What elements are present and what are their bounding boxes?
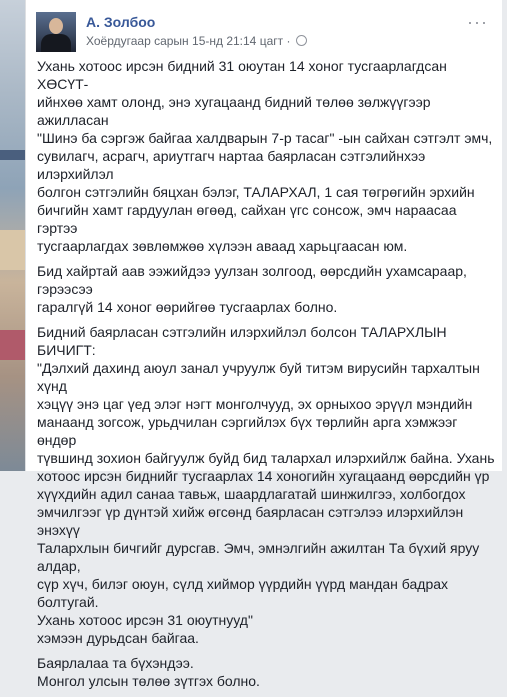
post-paragraph: Бид хайртай аав ээжийдээ уулзан золгоод,… — [37, 263, 467, 315]
post-card: А. Золбоо Хоёрдугаар сарын 15-нд 21:14 ц… — [25, 0, 502, 689]
author-name[interactable]: А. Золбоо — [86, 14, 155, 30]
avatar[interactable] — [36, 12, 76, 52]
post-timestamp[interactable]: Хоёрдугаар сарын 15-нд 21:14 цагт · — [86, 34, 290, 48]
background-photo-strip — [0, 0, 25, 471]
post-paragraph: Ухань хотоос ирсэн бидний 31 оюутан 14 х… — [37, 58, 493, 254]
background-photo-detail — [0, 330, 25, 360]
post-header: А. Золбоо Хоёрдугаар сарын 15-нд 21:14 ц… — [36, 12, 492, 52]
post-meta: Хоёрдугаар сарын 15-нд 21:14 цагт · — [86, 34, 307, 48]
more-options-button[interactable]: ··· — [467, 12, 488, 33]
background-photo-detail — [0, 150, 25, 160]
post-paragraph: Бидний баярласан сэтгэлийн илэрхийлэл бо… — [37, 324, 495, 646]
background-photo-detail — [0, 230, 25, 270]
post-paragraph: Баярлалаа та бүхэндээ. Монгол улсын төлө… — [37, 655, 260, 689]
post-body: Ухань хотоос ирсэн бидний 31 оюутан 14 х… — [37, 57, 497, 697]
avatar-body — [41, 34, 71, 52]
globe-icon — [295, 35, 307, 46]
avatar-face — [49, 18, 63, 34]
